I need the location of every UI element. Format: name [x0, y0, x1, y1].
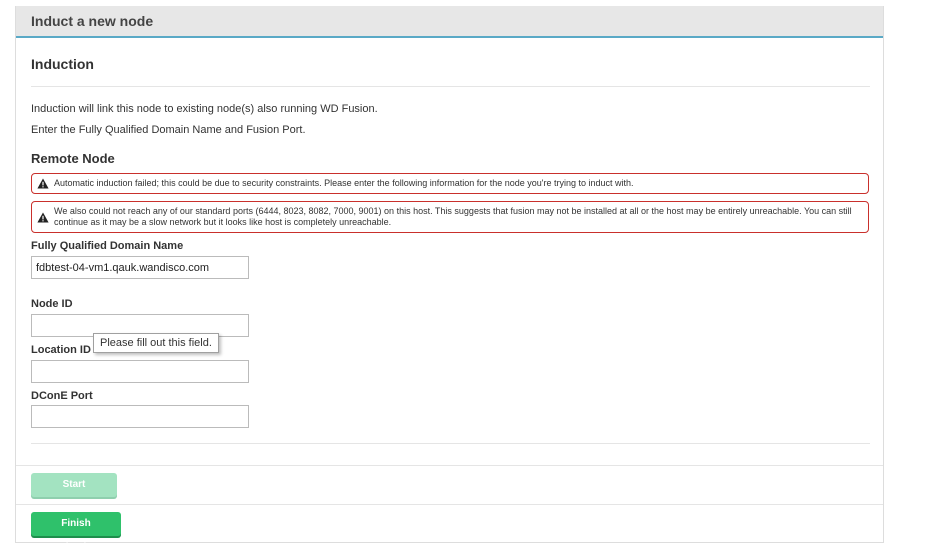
button-row-divider [16, 465, 883, 466]
warning-icon [32, 212, 54, 223]
validation-tooltip: Please fill out this field. [93, 333, 219, 353]
button-row-divider [16, 504, 883, 505]
fqdn-label: Fully Qualified Domain Name [31, 240, 184, 252]
location-id-input[interactable] [31, 360, 249, 383]
node-id-label: Node ID [31, 298, 73, 310]
alert-induction-failed: Automatic induction failed; this could b… [31, 173, 869, 194]
induct-node-panel: Induct a new node Induction Induction wi… [15, 6, 884, 553]
finish-induction-button[interactable]: Finish Induction [31, 512, 121, 553]
fqdn-input[interactable] [31, 256, 249, 279]
dcone-port-label: DConE Port [31, 390, 93, 402]
remote-node-title: Remote Node [31, 151, 115, 166]
start-induction-button[interactable]: Start Induction [31, 473, 117, 514]
section-title: Induction [31, 56, 94, 72]
panel-title: Induct a new node [16, 6, 883, 38]
alert-message: Automatic induction failed; this could b… [54, 178, 634, 188]
alert-message: We also could not reach any of our stand… [54, 206, 852, 227]
location-id-label: Location ID [31, 344, 91, 356]
form-divider [31, 443, 870, 444]
intro-text-1: Induction will link this node to existin… [31, 103, 378, 115]
dcone-port-input[interactable] [31, 405, 249, 428]
alert-ports-unreachable: We also could not reach any of our stand… [31, 201, 869, 233]
warning-icon [32, 178, 54, 189]
intro-text-2: Enter the Fully Qualified Domain Name an… [31, 124, 306, 136]
section-divider [31, 86, 870, 87]
